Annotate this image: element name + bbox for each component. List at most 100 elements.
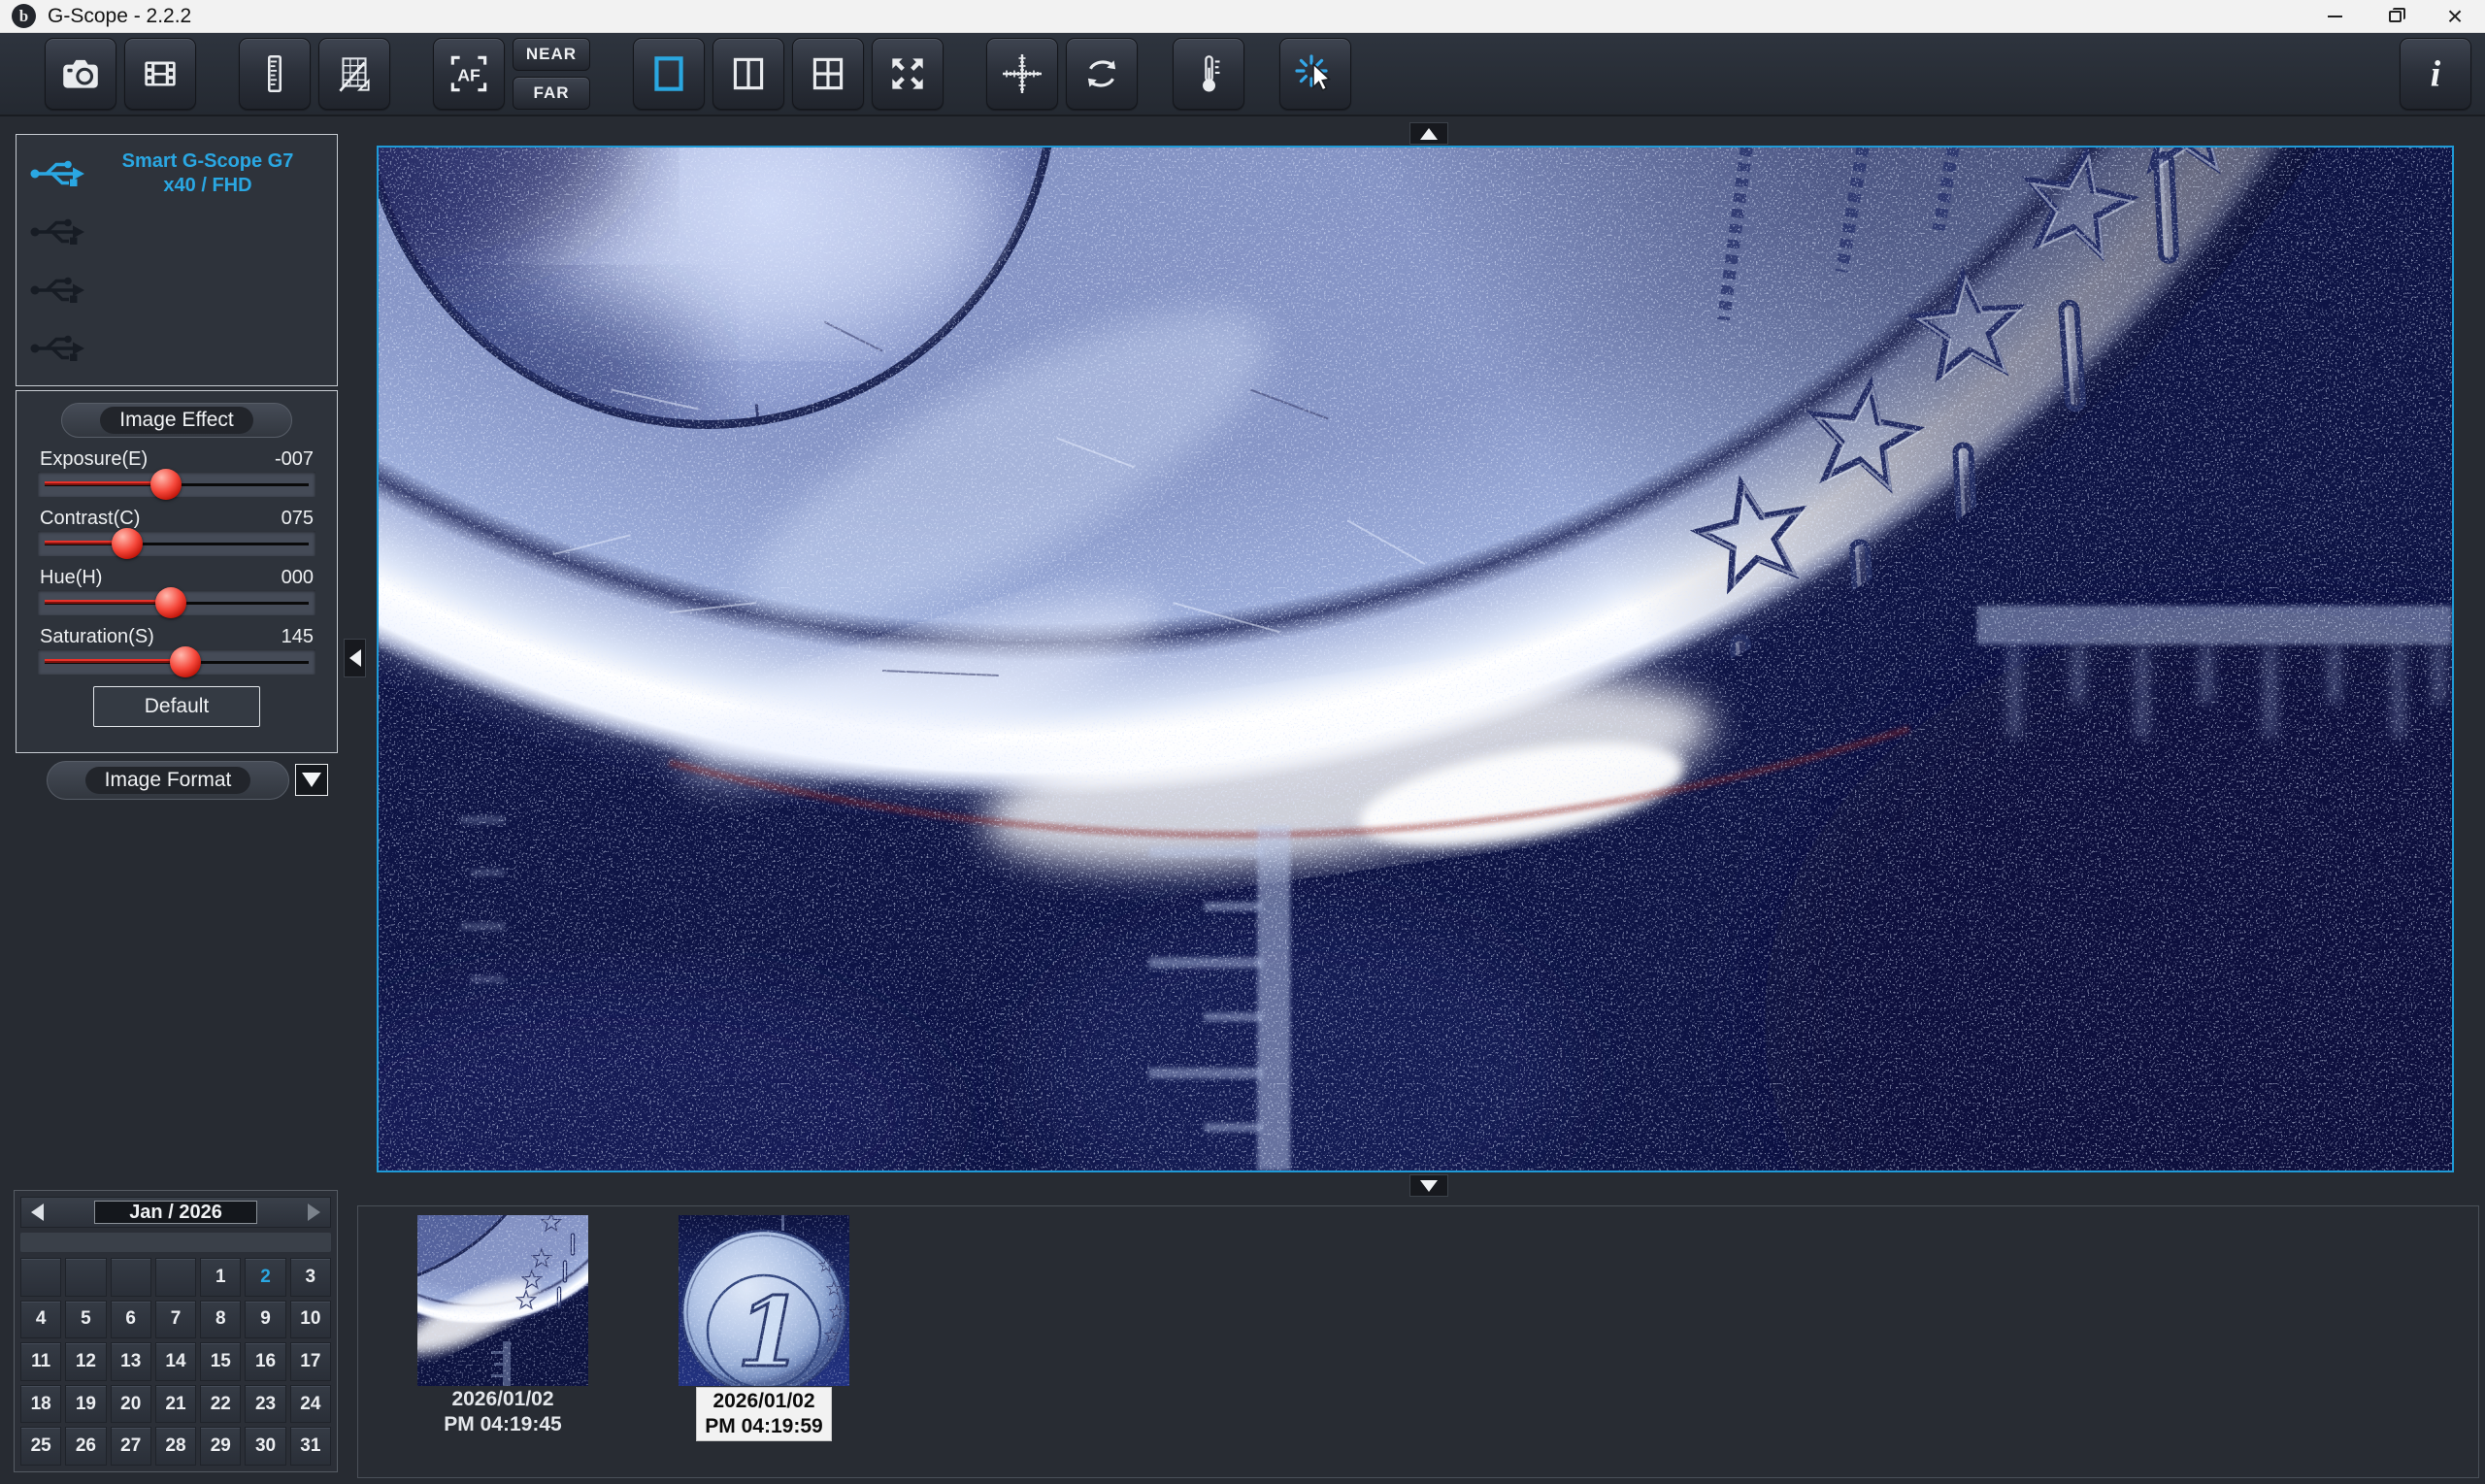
- image-format-dropdown-button[interactable]: [295, 764, 328, 796]
- hue-slider-group: Hue(H) 000: [17, 565, 337, 615]
- calendar-day[interactable]: 20: [111, 1385, 151, 1424]
- calendar-day[interactable]: 28: [155, 1427, 196, 1466]
- contrast-slider[interactable]: [38, 531, 315, 556]
- led-light-button[interactable]: [1279, 38, 1351, 110]
- calendar-weekday-strip: [20, 1233, 331, 1252]
- thumbnail-1-caption: 2026/01/02 PM 04:19:45: [369, 1387, 637, 1437]
- ruler-button[interactable]: [239, 38, 311, 110]
- calendar-day[interactable]: 25: [20, 1427, 61, 1466]
- pan-up-button[interactable]: [1409, 122, 1448, 145]
- crosshair-measure-button[interactable]: [986, 38, 1058, 110]
- focus-near-button[interactable]: NEAR: [513, 38, 590, 71]
- info-icon: i: [2413, 51, 2458, 96]
- quad-view-icon: [806, 51, 850, 96]
- calendar-day[interactable]: 18: [20, 1385, 61, 1424]
- calendar-day[interactable]: 13: [111, 1342, 151, 1381]
- calendar-day[interactable]: 16: [245, 1342, 285, 1381]
- calendar-month-label: Jan / 2026: [94, 1201, 257, 1224]
- calendar-day[interactable]: 15: [200, 1342, 241, 1381]
- device-spec: x40 / FHD: [90, 174, 325, 198]
- calendar-prev-button[interactable]: [31, 1204, 44, 1221]
- calendar-day[interactable]: 3: [290, 1258, 331, 1297]
- calendar-day[interactable]: 14: [155, 1342, 196, 1381]
- app-logo-icon: b: [12, 4, 36, 28]
- contrast-slider-group: Contrast(C) 075: [17, 506, 337, 556]
- temperature-button[interactable]: [1173, 38, 1244, 110]
- thumbnail-2-caption-selected: 2026/01/02 PM 04:19:59: [696, 1387, 831, 1441]
- close-button[interactable]: ×: [2425, 0, 2485, 32]
- info-button[interactable]: i: [2400, 38, 2471, 110]
- autofocus-icon: AF: [445, 49, 493, 98]
- calendar-day-empty: [111, 1258, 151, 1297]
- device-item-active[interactable]: Smart G-Scope G7 x40 / FHD: [28, 145, 325, 203]
- calendar-day[interactable]: 29: [200, 1427, 241, 1466]
- calendar-day[interactable]: 26: [65, 1427, 106, 1466]
- default-button[interactable]: Default: [93, 686, 260, 727]
- thumbnail-2-date: 2026/01/02: [705, 1389, 822, 1414]
- saturation-slider-group: Saturation(S) 145: [17, 624, 337, 675]
- calendar-day[interactable]: 6: [111, 1301, 151, 1339]
- calendar-day[interactable]: 24: [290, 1385, 331, 1424]
- calendar-day[interactable]: 27: [111, 1427, 151, 1466]
- device-item-empty[interactable]: [28, 319, 325, 378]
- calendar-day[interactable]: 31: [290, 1427, 331, 1466]
- calendar-day[interactable]: 17: [290, 1342, 331, 1381]
- calendar-day[interactable]: 1: [200, 1258, 241, 1297]
- calendar-day[interactable]: 4: [20, 1301, 61, 1339]
- thumbnail-coin-face: 1: [679, 1215, 849, 1386]
- gallery-thumbnail-1[interactable]: [417, 1215, 588, 1386]
- calendar-header: Jan / 2026: [20, 1197, 331, 1228]
- calendar-day[interactable]: 5: [65, 1301, 106, 1339]
- view-quad-button[interactable]: [792, 38, 864, 110]
- calendar-grid: 1234567891011121314151617181920212223242…: [20, 1258, 331, 1466]
- device-item-empty[interactable]: [28, 261, 325, 319]
- image-effect-title: Image Effect: [100, 407, 253, 434]
- calendar-day[interactable]: 9: [245, 1301, 285, 1339]
- gallery-thumbnail-2[interactable]: 1: [679, 1215, 849, 1386]
- led-light-icon: [1292, 50, 1339, 97]
- saturation-slider[interactable]: [38, 649, 315, 675]
- calendar-day[interactable]: 23: [245, 1385, 285, 1424]
- minimize-button[interactable]: [2304, 0, 2365, 32]
- pan-down-button[interactable]: [1409, 1174, 1448, 1197]
- device-name: Smart G-Scope G7: [90, 149, 325, 174]
- calendar-day[interactable]: 12: [65, 1342, 106, 1381]
- exposure-slider-group: Exposure(E) -007: [17, 446, 337, 497]
- calendar-day[interactable]: 7: [155, 1301, 196, 1339]
- calendar-day[interactable]: 22: [200, 1385, 241, 1424]
- autofocus-button[interactable]: AF: [433, 38, 505, 110]
- hue-slider-thumb[interactable]: [155, 587, 186, 618]
- contrast-slider-thumb[interactable]: [112, 528, 143, 559]
- focus-far-button[interactable]: FAR: [513, 77, 590, 110]
- calendar-day[interactable]: 2: [245, 1258, 285, 1297]
- svg-text:i: i: [2431, 54, 2441, 95]
- contrast-label: Contrast(C): [40, 508, 140, 530]
- view-dual-button[interactable]: [712, 38, 784, 110]
- record-video-button[interactable]: [124, 38, 196, 110]
- close-icon: ×: [2447, 3, 2463, 30]
- hue-slider[interactable]: [38, 590, 315, 615]
- view-single-button[interactable]: [633, 38, 705, 110]
- chevron-down-icon: [302, 773, 321, 787]
- live-view[interactable]: [377, 146, 2454, 1172]
- calendar-day[interactable]: 11: [20, 1342, 61, 1381]
- device-item-empty[interactable]: [28, 203, 325, 261]
- exposure-slider-thumb[interactable]: [150, 469, 182, 500]
- rotate-button[interactable]: [1066, 38, 1138, 110]
- usb-icon-active: [28, 154, 90, 193]
- grid-measure-button[interactable]: [318, 38, 390, 110]
- app-window: b G-Scope - 2.2.2 ×: [0, 0, 2485, 1484]
- calendar-day[interactable]: 21: [155, 1385, 196, 1424]
- exposure-slider[interactable]: [38, 472, 315, 497]
- capture-photo-button[interactable]: [45, 38, 116, 110]
- pan-left-button[interactable]: [344, 639, 366, 677]
- calendar-day[interactable]: 8: [200, 1301, 241, 1339]
- fullscreen-button[interactable]: [872, 38, 944, 110]
- calendar-day[interactable]: 19: [65, 1385, 106, 1424]
- calendar-day[interactable]: 30: [245, 1427, 285, 1466]
- saturation-slider-thumb[interactable]: [170, 646, 201, 677]
- calendar-next-button[interactable]: [308, 1204, 320, 1221]
- image-format-button[interactable]: Image Format: [47, 761, 289, 800]
- maximize-button[interactable]: [2365, 0, 2425, 32]
- calendar-day[interactable]: 10: [290, 1301, 331, 1339]
